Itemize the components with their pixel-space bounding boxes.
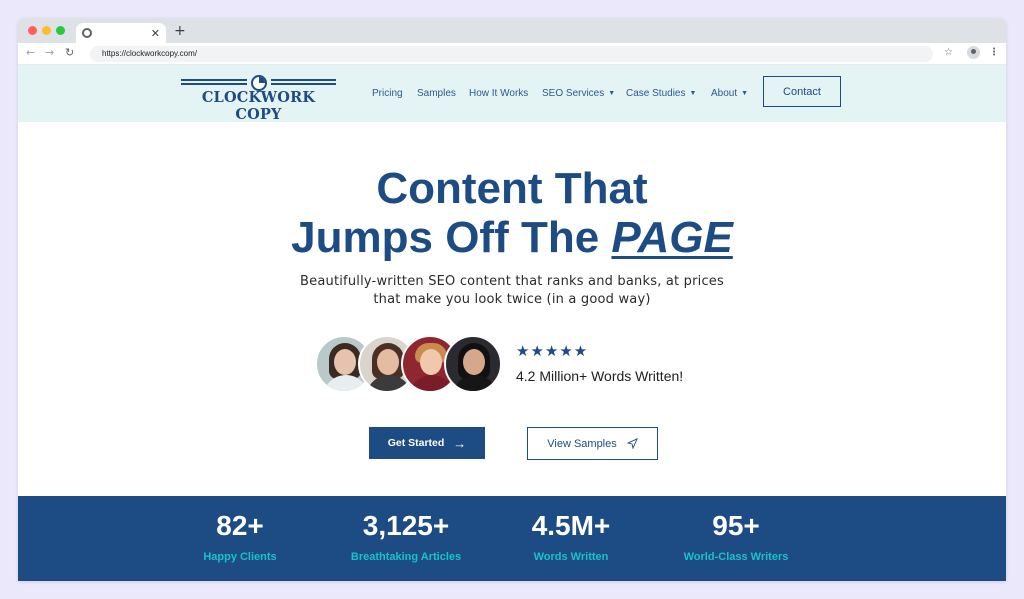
paper-plane-icon [626,438,638,449]
minimize-window-button[interactable] [42,26,51,35]
hero-title-emphasis: PAGE [611,213,733,262]
bookmark-star-icon[interactable]: ☆ [944,46,953,60]
favicon-icon [82,28,92,38]
get-started-button[interactable]: Get Started → [369,427,485,459]
nav-pricing[interactable]: Pricing [372,65,403,122]
browser-window: ✕ + ← → ↻ https://clockworkcopy.com/ ☆ ⋮… [18,18,1006,581]
words-written-text: 4.2 Million+ Words Written! [516,368,684,384]
stat-words-written: 4.5M+ Words Written [531,510,611,563]
arrow-right-icon: → [453,435,467,451]
rating-stars: ★★★★★ [516,342,589,360]
site-logo[interactable]: CLOCKWORK COPY [181,75,336,123]
address-bar[interactable]: https://clockworkcopy.com/ [90,46,933,62]
browser-toolbar: ← → ↻ https://clockworkcopy.com/ ☆ ⋮ [18,43,1006,65]
nav-seo-services[interactable]: SEO Services ▼ [542,65,615,122]
hero-title-line2: Jumps Off The PAGE [291,213,733,262]
hero-title-line1: Content That [376,164,648,213]
chevron-down-icon: ▼ [741,90,749,97]
nav-how-it-works[interactable]: How It Works [469,65,528,122]
hero-subtitle: Beautifully-written SEO content that ran… [300,274,724,307]
chevron-down-icon: ▼ [689,90,697,97]
stat-writers: 95+ World-Class Writers [683,510,789,563]
logo-text: CLOCKWORK COPY [201,89,316,123]
site-header: CLOCKWORK COPY Pricing Samples How It Wo… [18,65,1006,123]
nav-about[interactable]: About ▼ [711,65,748,122]
chevron-down-icon: ▼ [608,90,616,97]
window-controls [28,26,65,35]
nav-case-studies[interactable]: Case Studies ▼ [626,65,696,122]
menu-kebab-icon[interactable]: ⋮ [989,46,999,60]
profile-avatar-icon[interactable] [967,46,980,64]
browser-tab[interactable]: ✕ [76,23,166,43]
view-samples-button[interactable]: View Samples [527,427,658,460]
stat-articles: 3,125+ Breathtaking Articles [350,510,462,563]
contact-button[interactable]: Contact [763,76,841,107]
close-tab-icon[interactable]: ✕ [151,27,160,40]
back-icon[interactable]: ← [26,46,35,60]
avatar [444,335,502,393]
nav-samples[interactable]: Samples [417,65,456,122]
tab-strip: ✕ + [18,18,1006,43]
stats-band: 82+ Happy Clients 3,125+ Breathtaking Ar… [18,496,1006,581]
new-tab-icon[interactable]: + [174,24,186,38]
close-window-button[interactable] [28,26,37,35]
maximize-window-button[interactable] [56,26,65,35]
stat-happy-clients: 82+ Happy Clients [203,510,277,563]
reload-icon[interactable]: ↻ [65,46,74,60]
forward-icon[interactable]: → [45,46,54,60]
